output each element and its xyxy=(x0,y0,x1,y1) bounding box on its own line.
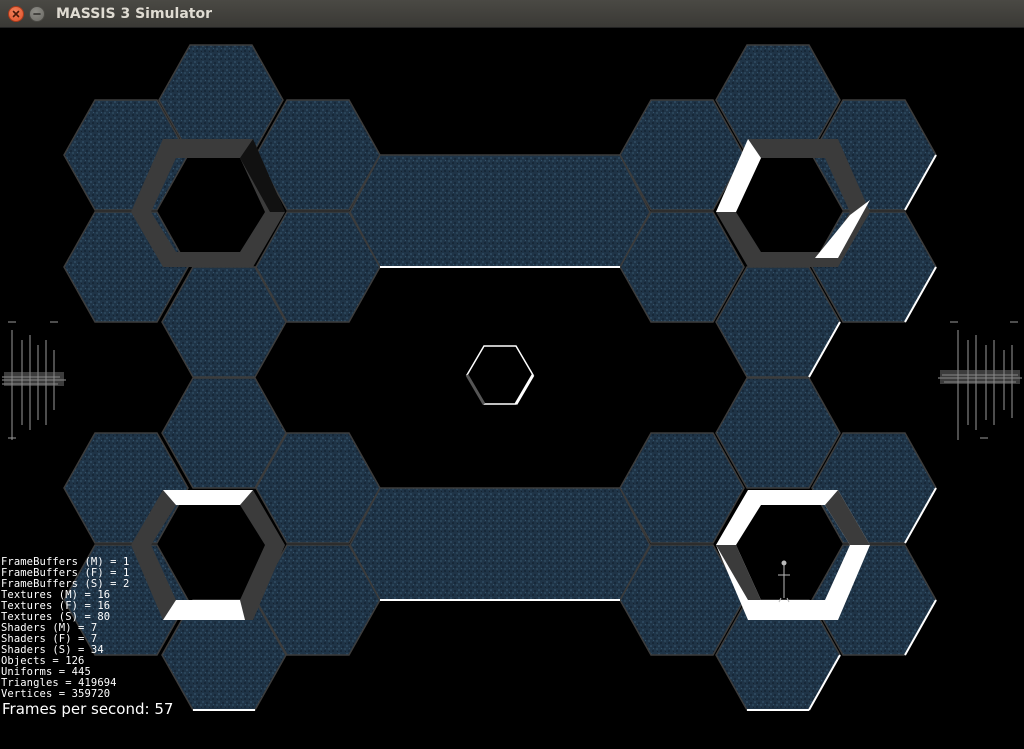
close-button[interactable] xyxy=(8,6,24,22)
simulation-viewport[interactable] xyxy=(0,28,1024,749)
close-icon xyxy=(12,10,20,18)
minimize-button[interactable] xyxy=(29,6,45,22)
building-3d-view xyxy=(2,44,1022,711)
minimize-icon xyxy=(33,13,41,15)
render-stats-panel: FrameBuffers (M) = 1 FrameBuffers (F) = … xyxy=(1,557,129,700)
stat-line: Vertices = 359720 xyxy=(1,688,111,700)
floor-tile xyxy=(63,432,189,544)
corridor-bottom xyxy=(349,487,651,601)
simulator-window: MASSIS 3 Simulator FrameBuffers (M) = 1 … xyxy=(0,0,1024,749)
corridor-top xyxy=(349,154,651,268)
fps-counter: Frames per second: 57 xyxy=(2,700,174,718)
center-pillar xyxy=(465,345,535,405)
window-title: MASSIS 3 Simulator xyxy=(56,6,212,22)
right-axis-gizmo xyxy=(938,321,1022,440)
title-bar[interactable]: MASSIS 3 Simulator xyxy=(0,0,1024,28)
left-axis-gizmo xyxy=(2,321,66,440)
agent-figure xyxy=(778,560,790,603)
